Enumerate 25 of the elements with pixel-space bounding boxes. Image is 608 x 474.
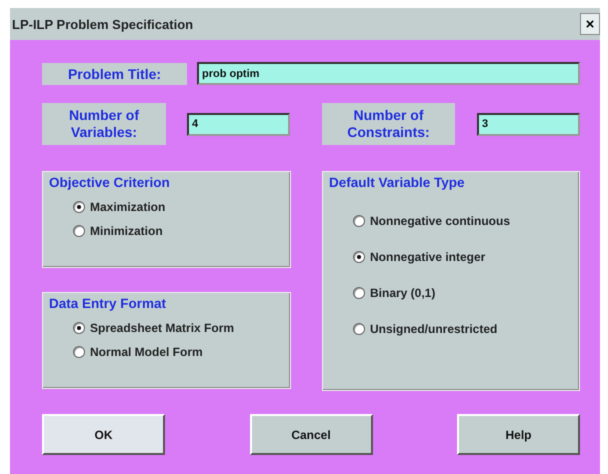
radio-button[interactable] xyxy=(73,225,85,237)
field-label: Number of Constraints: xyxy=(322,103,455,145)
radio-button[interactable] xyxy=(353,323,365,335)
radio-button[interactable] xyxy=(73,322,85,334)
dialog-button[interactable]: Help xyxy=(457,414,580,455)
option-label: Binary (0,1) xyxy=(370,286,436,300)
radio-button[interactable] xyxy=(73,201,85,213)
option-label: Minimization xyxy=(90,224,163,238)
radio-button[interactable] xyxy=(73,346,85,358)
constraints-field[interactable]: 3 xyxy=(477,112,580,136)
close-button[interactable]: × xyxy=(580,13,600,35)
problem-title-field[interactable]: prob optim xyxy=(197,62,580,85)
option-label: Maximization xyxy=(90,200,166,214)
radio-option[interactable]: Binary (0,1) xyxy=(353,286,436,300)
variables-field[interactable]: 4 xyxy=(187,112,290,136)
field-label: Problem Title: xyxy=(42,62,187,84)
radio-button[interactable] xyxy=(353,215,365,227)
radio-option[interactable]: Maximization xyxy=(73,200,166,214)
radio-button[interactable] xyxy=(353,287,365,299)
window-title: LP-ILP Problem Specification xyxy=(12,16,194,32)
dialog-button[interactable]: OK xyxy=(42,414,165,455)
radio-button[interactable] xyxy=(353,251,365,263)
dialog-button[interactable]: Cancel xyxy=(250,414,372,455)
field-label: Number of Variables: xyxy=(42,103,166,145)
radio-option[interactable]: Minimization xyxy=(73,224,163,238)
